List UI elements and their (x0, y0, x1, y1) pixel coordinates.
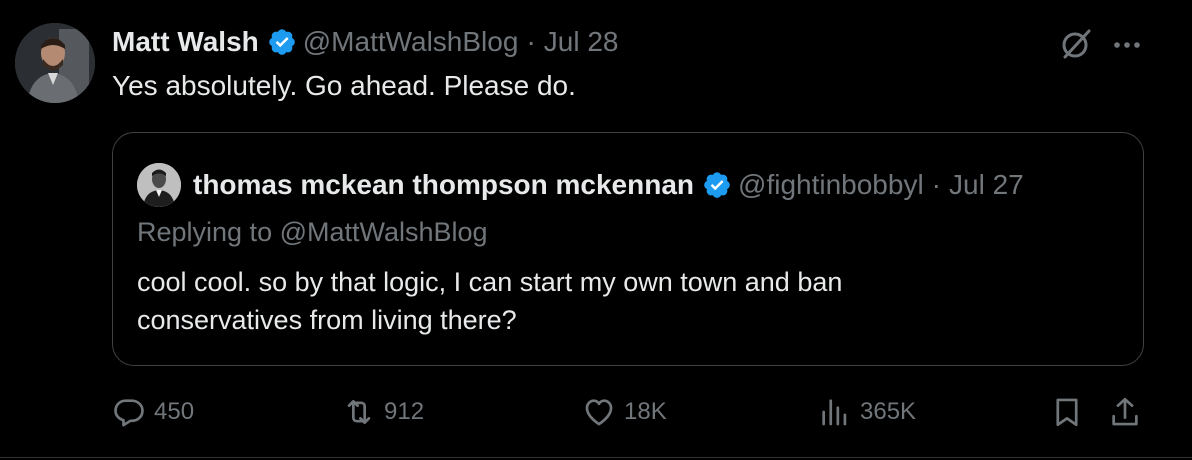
reply-count: 450 (154, 398, 195, 425)
post: Matt Walsh @MattWalshBlog · Jul 28 Yes a… (0, 0, 1192, 460)
repost-icon (347, 400, 371, 424)
bookmark-icon[interactable] (1050, 395, 1084, 429)
post-text: Yes absolutely. Go ahead. Please do. (112, 70, 576, 101)
repost-count: 912 (384, 398, 425, 425)
divider (0, 457, 1192, 458)
like-count: 18K (624, 398, 667, 425)
author-avatar[interactable] (15, 23, 95, 103)
like-button[interactable]: 18K (582, 388, 667, 436)
share-icon[interactable] (1108, 395, 1142, 429)
action-bar: 450 912 18K 365K (0, 388, 1192, 436)
quoted-post-text: cool cool. so by that logic, I can start… (137, 263, 1117, 339)
views-button[interactable]: 365K (818, 388, 916, 436)
separator-dot: · (931, 169, 941, 200)
heart-icon (585, 399, 613, 426)
quoted-author-name[interactable]: thomas mckean thompson mckennan (193, 169, 694, 201)
post-header: Matt Walsh @MattWalshBlog · Jul 28 (112, 22, 618, 62)
post-date[interactable]: Jul 28 (544, 26, 619, 58)
quoted-post-date[interactable]: Jul 27 (949, 169, 1024, 201)
quoted-post[interactable]: thomas mckean thompson mckennan @fightin… (112, 132, 1144, 366)
replying-to: Replying to @MattWalshBlog (137, 217, 488, 247)
separator-dot: · (526, 26, 536, 57)
author-name[interactable]: Matt Walsh (112, 26, 259, 58)
views-count: 365K (860, 398, 917, 425)
verified-badge-icon (268, 29, 295, 55)
quoted-author-avatar[interactable] (137, 163, 181, 207)
repost-button[interactable]: 912 (342, 388, 424, 436)
author-handle[interactable]: @MattWalshBlog (303, 26, 519, 58)
verified-badge-icon (704, 172, 730, 198)
quoted-author-handle[interactable]: @fightinbobbyl (738, 169, 924, 201)
reply-icon (114, 399, 144, 427)
quoted-post-text-line: conservatives from living there? (137, 305, 517, 335)
quoted-post-text-line: cool cool. so by that logic, I can start… (137, 267, 843, 297)
views-icon (822, 399, 847, 426)
grok-icon[interactable] (1058, 26, 1094, 62)
reply-button[interactable]: 450 (112, 388, 194, 436)
quoted-post-header: thomas mckean thompson mckennan @fightin… (137, 163, 1024, 207)
more-icon[interactable] (1110, 30, 1144, 60)
